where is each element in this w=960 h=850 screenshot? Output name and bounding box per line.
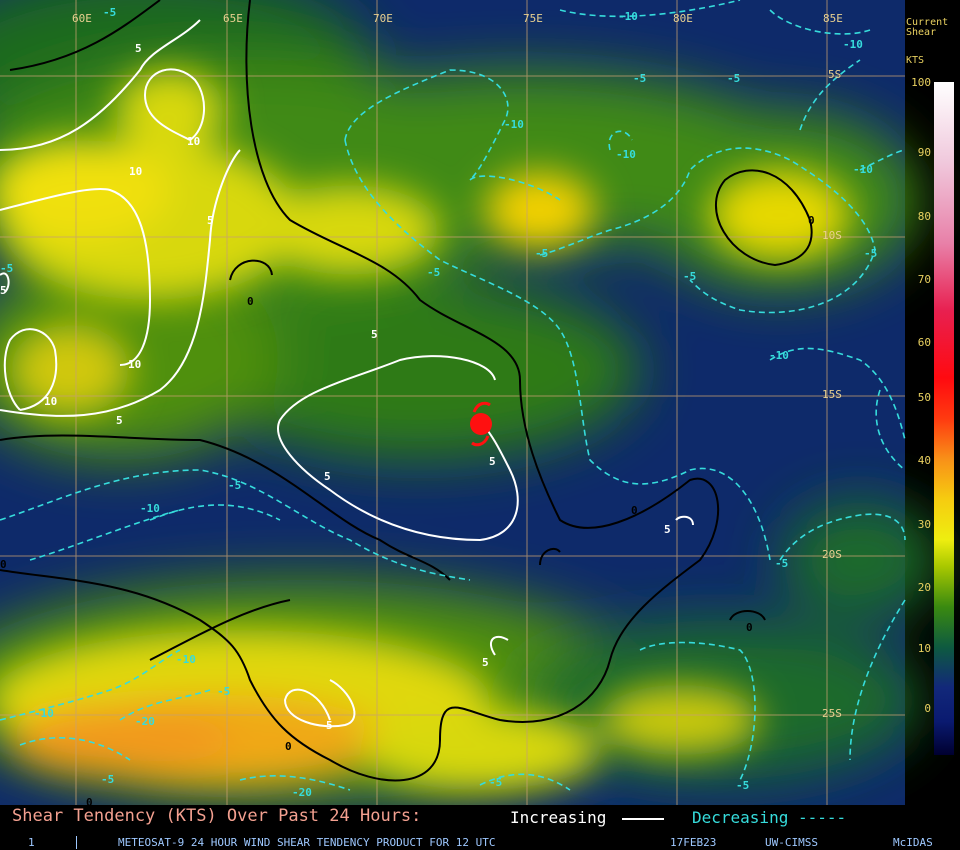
contour-label: -10 — [769, 349, 789, 362]
contour-label: 0 — [631, 504, 638, 517]
increasing-legend-line — [622, 818, 664, 820]
contour-label: -5 — [864, 247, 878, 260]
product-date: 17FEB23 — [670, 836, 717, 849]
lon-label-65e: 65E — [223, 12, 243, 25]
colorbar-tick: 60 — [917, 336, 931, 349]
contour-label: -5 — [775, 557, 789, 570]
contour-label: 10 — [44, 395, 58, 408]
shear-field — [0, 0, 940, 805]
colorbar-tick: 50 — [917, 391, 931, 404]
contour-label: -10 — [853, 163, 873, 176]
contour-label: -5 — [489, 776, 503, 789]
colorbar-tick: 30 — [917, 518, 931, 531]
contour-label: -10 — [504, 118, 524, 131]
colorbar-tick: 20 — [917, 581, 931, 594]
contour-label: 0 — [0, 558, 7, 571]
lat-label-10s: 10S — [822, 229, 842, 242]
contour-label: 5 — [371, 328, 378, 341]
contour-label: -5 — [727, 72, 741, 85]
colorbar-tick: 100 — [911, 76, 931, 89]
footer-title: Shear Tendency (KTS) Over Past 24 Hours: — [12, 806, 422, 826]
contour-label: -10 — [34, 707, 54, 720]
contour-label: 5 — [482, 656, 489, 669]
lat-label-5s: 5S — [828, 68, 842, 81]
colorbar-tick: 90 — [917, 146, 931, 159]
colorbar-fill — [934, 82, 954, 755]
contour-label: 10 — [129, 165, 143, 178]
contour-label: -10 — [618, 10, 638, 23]
contour-label: 0 — [247, 295, 254, 308]
lon-label-80e: 80E — [673, 12, 693, 25]
colorbar-tick: 70 — [917, 273, 931, 286]
contour-label: 0 — [285, 740, 292, 753]
contour-label: -10 — [616, 148, 636, 161]
contour-label: -5 — [683, 270, 697, 283]
contour-label: 5 — [326, 719, 333, 732]
footer-separator — [76, 836, 77, 849]
lon-label-60e: 60E — [72, 12, 92, 25]
colorbar-tick: 40 — [917, 454, 931, 467]
contour-label: 10 — [128, 358, 142, 371]
contour-label: -5 — [427, 266, 441, 279]
contour-label: -10 — [140, 502, 160, 515]
decreasing-legend-label: Decreasing ----- — [692, 808, 847, 827]
contour-label: -5 — [103, 6, 117, 19]
contour-label: -20 — [292, 786, 312, 799]
contour-label: -5 — [0, 262, 14, 275]
contour-label: -5 — [217, 685, 231, 698]
contour-label: -10 — [176, 653, 196, 666]
lon-label-85e: 85E — [823, 12, 843, 25]
lon-label-70e: 70E — [373, 12, 393, 25]
contour-label: -5 — [736, 779, 750, 792]
contour-label: -5 — [228, 479, 242, 492]
lat-label-25s: 25S — [822, 707, 842, 720]
colorbar-tick: 0 — [924, 702, 931, 715]
contour-label: 5 — [116, 414, 123, 427]
colorbar-tick: 10 — [917, 642, 931, 655]
contour-label: -5 — [101, 773, 115, 786]
lat-label-20s: 20S — [822, 548, 842, 561]
colorbar-tick: 80 — [917, 210, 931, 223]
legend-title: Current Shear — [906, 18, 960, 38]
contour-label: 10 — [187, 135, 201, 148]
legend-title-line2: Shear — [906, 27, 937, 38]
contour-label: -5 — [633, 72, 647, 85]
contour-label: 0 — [746, 621, 753, 634]
contour-label: 0 — [808, 214, 815, 227]
lon-label-75e: 75E — [523, 12, 543, 25]
lat-label-15s: 15S — [822, 388, 842, 401]
contour-label: 5 — [207, 214, 214, 227]
contour-label: -20 — [135, 715, 155, 728]
contour-label: 5 — [324, 470, 331, 483]
contour-label: 5 — [489, 455, 496, 468]
contour-label: 5 — [0, 284, 7, 297]
product-description: METEOSAT-9 24 HOUR WIND SHEAR TENDENCY P… — [118, 836, 496, 849]
frame-number: 1 — [28, 836, 35, 849]
product-source: UW-CIMSS — [765, 836, 818, 849]
contour-label: 5 — [135, 42, 142, 55]
software-label: McIDAS — [893, 836, 933, 849]
contour-label: -5 — [535, 247, 549, 260]
increasing-legend-label: Increasing — [510, 808, 607, 827]
shear-tendency-map: 60E 65E 70E 75E 80E 85E 5S 10S 15S 20S 2… — [0, 0, 960, 850]
legend-units: KTS — [906, 55, 925, 66]
contour-label: 5 — [664, 523, 671, 536]
contour-label: -10 — [843, 38, 863, 51]
